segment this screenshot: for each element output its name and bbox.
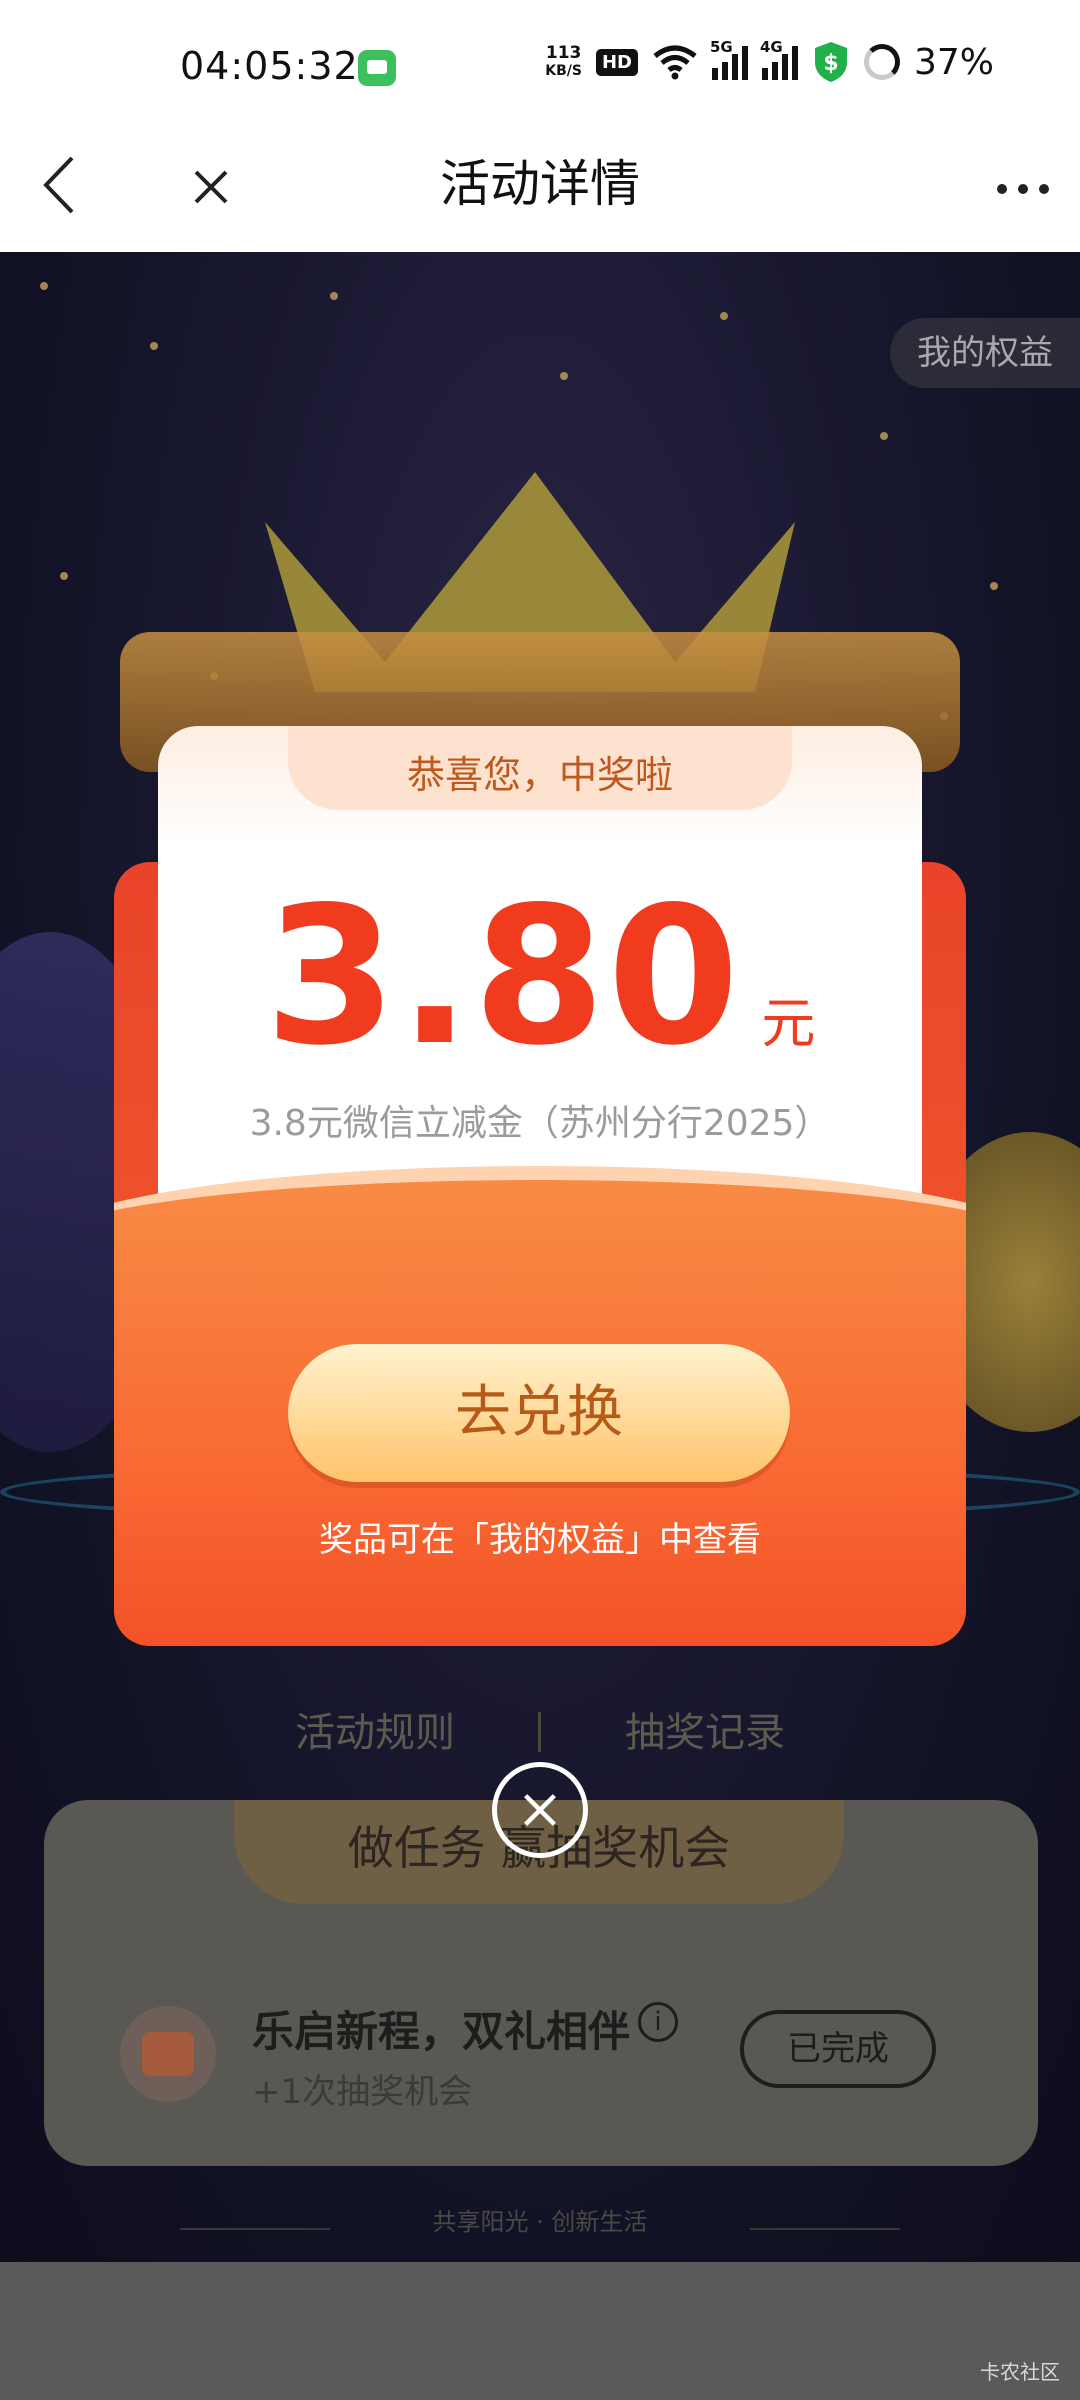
- info-icon[interactable]: i: [638, 2002, 678, 2042]
- signal-5g-label: 5G: [709, 38, 733, 56]
- bottom-bar: [0, 2262, 1080, 2400]
- prize-description: 3.8元微信立减金（苏州分行2025）: [249, 1103, 831, 1144]
- close-modal-icon[interactable]: [492, 1762, 588, 1858]
- watermark: 卡农社区: [980, 2360, 1060, 2384]
- signal-5g-icon: 5G: [710, 38, 748, 80]
- signal-4g-label: 4G: [759, 38, 783, 56]
- signal-4g-icon: 4G: [760, 38, 798, 80]
- task-reward: +1次抽奖机会: [252, 2072, 473, 2112]
- more-icon[interactable]: [988, 154, 1058, 224]
- status-indicators: 113 KB/S HD 5G 4G $ 37%: [545, 38, 994, 84]
- message-notification-icon: [358, 50, 396, 86]
- battery-percent: 37%: [913, 41, 994, 83]
- my-rights-button[interactable]: 我的权益: [890, 318, 1080, 388]
- task-completed-button[interactable]: 已完成: [740, 2010, 936, 2088]
- svg-text:$: $: [823, 51, 838, 76]
- task-name: 乐启新程，双礼相伴: [252, 2007, 631, 2056]
- rules-link[interactable]: 活动规则: [295, 1700, 455, 1758]
- security-shield-icon: $: [814, 42, 847, 82]
- footer-slogan: 共享阳光 · 创新生活: [432, 2208, 648, 2236]
- congrats-text: 恭喜您，中奖啦: [406, 753, 673, 797]
- prize-unit: 元: [761, 992, 816, 1055]
- prize-modal: 恭喜您，中奖啦 3.80 元 3.8元微信立减金（苏州分行2025） 去兑换 奖品…: [114, 726, 966, 1646]
- links-divider: [538, 1712, 541, 1752]
- wallet-icon: [120, 2006, 216, 2102]
- nav-bar: 活动详情: [0, 130, 1080, 252]
- hd-voice-icon: HD: [595, 48, 638, 76]
- network-speed-unit: KB/S: [545, 63, 582, 79]
- prize-hint: 奖品可在「我的权益」中查看: [319, 1520, 761, 1560]
- redeem-button[interactable]: 去兑换: [288, 1344, 790, 1482]
- footer-divider-right: [750, 2228, 900, 2230]
- records-link[interactable]: 抽奖记录: [625, 1700, 785, 1758]
- prize-amount-row: 3.80 元: [158, 866, 922, 1087]
- network-speed-value: 113: [545, 43, 582, 63]
- prize-amount: 3.80: [264, 866, 742, 1087]
- battery-ring-icon: [863, 44, 900, 80]
- status-time: 04:05:32: [180, 44, 359, 88]
- network-speed: 113 KB/S: [545, 44, 582, 80]
- page-title: 活动详情: [440, 155, 640, 213]
- wifi-icon: [652, 44, 698, 80]
- status-bar: 04:05:32 113 KB/S HD 5G 4G $ 37%: [0, 0, 1080, 130]
